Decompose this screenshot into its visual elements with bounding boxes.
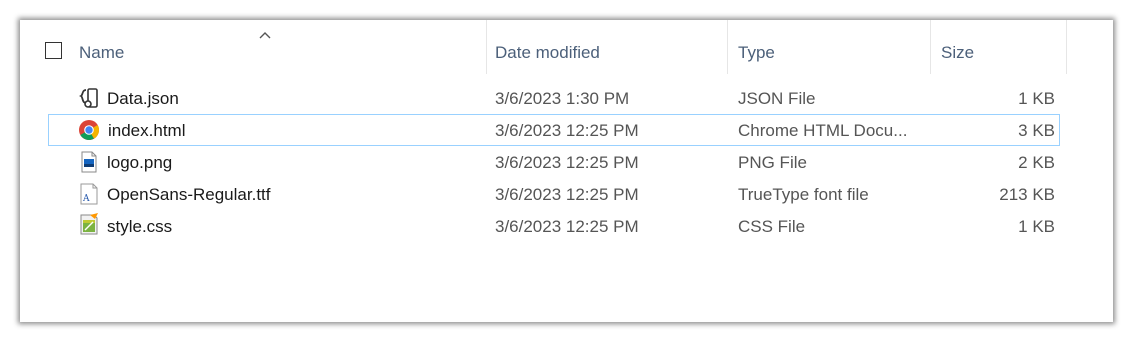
- file-date-modified: 3/6/2023 12:25 PM: [495, 121, 639, 140]
- file-name: index.html: [108, 121, 186, 140]
- font-file-icon: A: [80, 183, 98, 205]
- file-row-selected[interactable]: index.html 3/6/2023 12:25 PM Chrome HTML…: [48, 114, 1060, 146]
- image-file-icon: [81, 151, 97, 173]
- column-header-date-modified[interactable]: Date modified: [487, 20, 728, 74]
- file-name: Data.json: [107, 89, 179, 108]
- file-size: 213 KB: [999, 185, 1055, 204]
- file-row[interactable]: Data.json 3/6/2023 1:30 PM JSON File 1 K…: [48, 82, 1060, 114]
- file-row[interactable]: A OpenSans-Regular.ttf 3/6/2023 12:25 PM…: [48, 178, 1060, 210]
- file-date-modified: 3/6/2023 12:25 PM: [495, 217, 639, 236]
- column-header-type[interactable]: Type: [728, 20, 931, 74]
- file-row[interactable]: logo.png 3/6/2023 12:25 PM PNG File 2 KB: [48, 146, 1060, 178]
- file-size: 1 KB: [1018, 89, 1055, 108]
- svg-text:A: A: [82, 194, 90, 204]
- css-file-icon: [80, 213, 98, 235]
- file-type: TrueType font file: [738, 185, 869, 204]
- file-size: 2 KB: [1018, 153, 1055, 172]
- select-all-checkbox[interactable]: [45, 42, 62, 59]
- column-header-name-label: Name: [79, 43, 125, 62]
- column-header-size-label: Size: [941, 43, 975, 62]
- json-file-icon: [78, 88, 98, 108]
- file-name: logo.png: [107, 153, 173, 172]
- column-header-type-label: Type: [738, 43, 775, 62]
- file-name: OpenSans-Regular.ttf: [107, 185, 271, 204]
- file-date-modified: 3/6/2023 12:25 PM: [495, 153, 639, 172]
- file-date-modified: 3/6/2023 1:30 PM: [495, 89, 630, 108]
- file-date-modified: 3/6/2023 12:25 PM: [495, 185, 639, 204]
- file-list-window: Name Date modified Type Size Data.json 3…: [20, 20, 1113, 322]
- column-header-bar: Name Date modified Type Size: [20, 20, 1113, 74]
- column-header-size[interactable]: Size: [931, 20, 1067, 74]
- file-size: 1 KB: [1018, 217, 1055, 236]
- chrome-icon: [79, 120, 99, 140]
- file-type: JSON File: [738, 89, 816, 108]
- file-row[interactable]: style.css 3/6/2023 12:25 PM CSS File 1 K…: [48, 210, 1060, 242]
- column-header-date-label: Date modified: [495, 43, 600, 62]
- column-header-name[interactable]: Name: [68, 20, 487, 74]
- file-size: 3 KB: [1018, 121, 1055, 140]
- file-type: CSS File: [738, 217, 806, 236]
- file-name: style.css: [107, 217, 173, 236]
- file-type: PNG File: [738, 153, 807, 172]
- file-type: Chrome HTML Docu...: [738, 121, 908, 140]
